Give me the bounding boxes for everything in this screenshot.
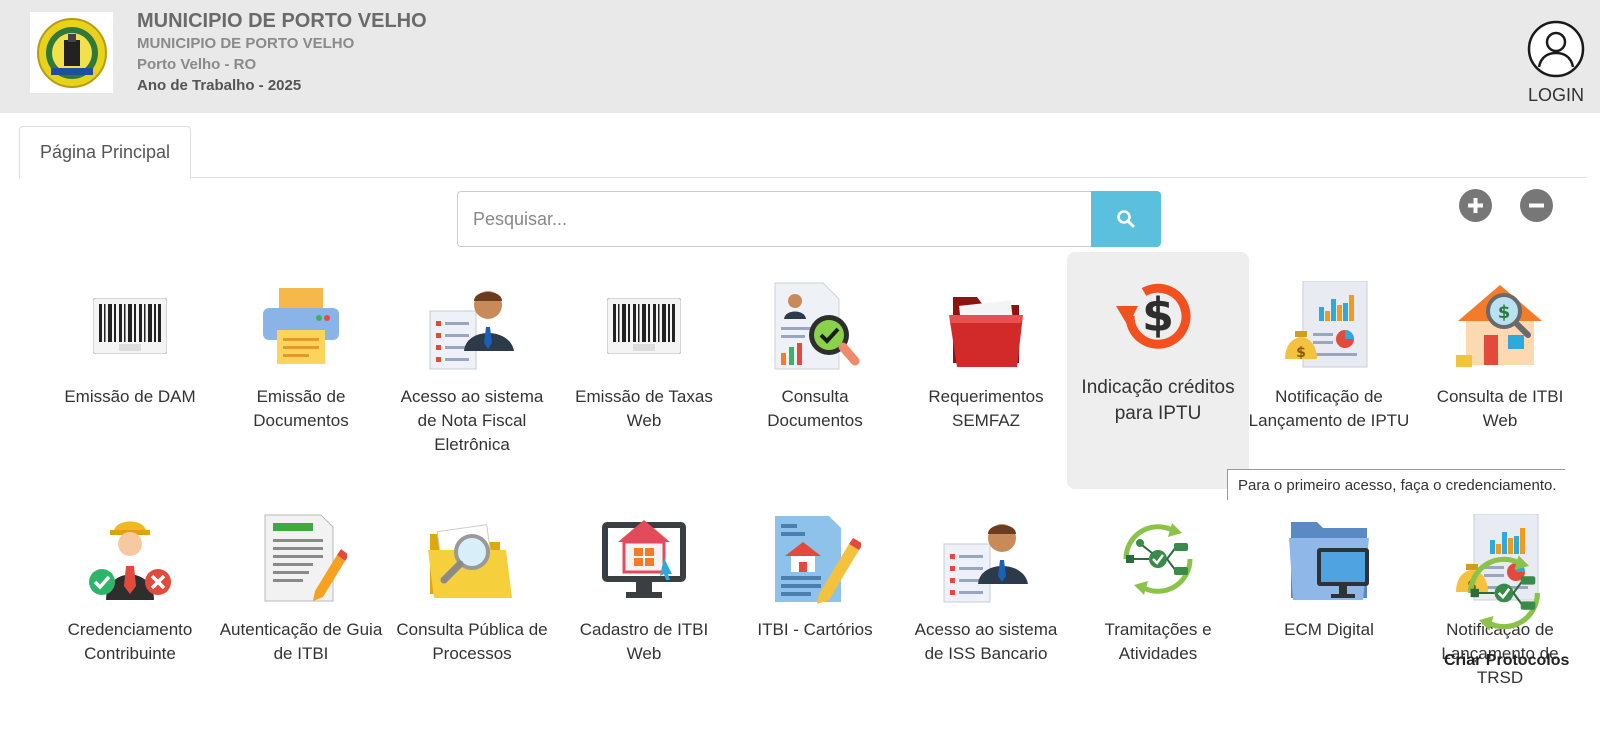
- service-label: Autenticação de Guia de ITBI: [219, 620, 383, 663]
- service-autenticacao-guia-itbi[interactable]: Autenticação de Guia de ITBI: [215, 511, 387, 666]
- service-label: ITBI - Cartórios: [757, 620, 873, 639]
- municipality-logo: [30, 12, 113, 93]
- service-label: Consulta de ITBI Web: [1436, 387, 1564, 430]
- svg-text:$: $: [1142, 288, 1174, 342]
- criar-protocolos-label: Criar Protocolos: [1444, 652, 1570, 669]
- tab-bar: Página Principal: [19, 126, 1587, 179]
- service-label: Acesso ao sistema de Nota Fiscal Eletrôn…: [400, 387, 544, 454]
- house-document-pencil-icon: [765, 511, 865, 606]
- service-emissao-dam[interactable]: Emissão de DAM: [44, 278, 216, 409]
- document-pencil-icon: [251, 511, 351, 606]
- service-consulta-publica-processos[interactable]: Consulta Pública de Processos: [386, 511, 558, 666]
- barcode-icon: [80, 278, 180, 373]
- service-label: Requerimentos SEMFAZ: [928, 387, 1044, 430]
- service-label: Cadastro de ITBI Web: [579, 620, 709, 663]
- service-notificacao-lancamento-iptu[interactable]: $ Notificação de Lançamento de IPTU: [1243, 278, 1415, 433]
- barcode-icon: [594, 278, 694, 373]
- service-consulta-documentos[interactable]: Consulta Documentos: [729, 278, 901, 433]
- municipality-subtitle: MUNICIPIO DE PORTO VELHO: [137, 35, 355, 52]
- service-requerimentos-semfaz[interactable]: Requerimentos SEMFAZ: [900, 278, 1072, 433]
- tab-pagina-principal[interactable]: Página Principal: [19, 126, 191, 179]
- criar-protocolos-floating-button[interactable]: [1456, 545, 1552, 641]
- service-label: Emissão de Taxas Web: [575, 387, 713, 430]
- search-button[interactable]: [1091, 191, 1161, 247]
- house-monitor-icon: [594, 511, 694, 606]
- service-emissao-documentos[interactable]: Emissão de Documentos: [215, 278, 387, 433]
- service-label: ECM Digital: [1284, 620, 1374, 639]
- service-ecm-digital[interactable]: ECM Digital: [1243, 511, 1415, 642]
- money-report-icon: $: [1279, 278, 1379, 373]
- login-button[interactable]: LOGIN: [1526, 20, 1586, 106]
- house-search-icon: $: [1450, 278, 1550, 373]
- municipality-title: MUNICIPIO DE PORTO VELHO: [137, 10, 427, 32]
- service-itbi-cartorios[interactable]: ITBI - Cartórios: [729, 511, 901, 642]
- login-label: LOGIN: [1527, 85, 1584, 105]
- printer-icon: [251, 278, 351, 373]
- document-check-icon: [765, 278, 865, 373]
- search-icon: [1117, 210, 1135, 228]
- service-nota-fiscal-eletronica[interactable]: Acesso ao sistema de Nota Fiscal Eletrôn…: [386, 278, 558, 457]
- service-label: Consulta Pública de Processos: [396, 620, 548, 663]
- service-label: Indicação créditos para IPTU: [1081, 377, 1235, 424]
- plus-icon: [1468, 198, 1483, 213]
- service-label: Notificação de Lançamento de IPTU: [1248, 387, 1410, 430]
- zoom-in-button[interactable]: [1459, 189, 1492, 222]
- workflow-cycle-icon: [1467, 555, 1541, 631]
- user-icon: [1527, 20, 1585, 78]
- tooltip-credenciamento: Para o primeiro acesso, faça o credencia…: [1227, 469, 1565, 500]
- service-label: Tramitações e Atividades: [1104, 620, 1212, 663]
- workflow-cycle-icon: [1108, 511, 1208, 606]
- folder-magnifier-icon: [422, 511, 522, 606]
- zoom-out-button[interactable]: [1520, 189, 1553, 222]
- minus-icon: [1529, 203, 1544, 208]
- header-bar: MUNICIPIO DE PORTO VELHO MUNICIPIO DE PO…: [0, 0, 1600, 113]
- folder-computer-icon: [1279, 511, 1379, 606]
- service-tramitacoes-atividades[interactable]: Tramitações e Atividades: [1072, 511, 1244, 666]
- municipality-location: Porto Velho - RO: [137, 56, 257, 73]
- service-consulta-itbi-web[interactable]: $ Consulta de ITBI Web: [1414, 278, 1586, 433]
- service-label: Emissão de DAM: [64, 387, 196, 406]
- service-cadastro-itbi-web[interactable]: Cadastro de ITBI Web: [558, 511, 730, 666]
- person-document-icon: [936, 511, 1036, 606]
- service-label: Emissão de Documentos: [253, 387, 349, 430]
- dollar-refresh-icon: $: [1108, 268, 1208, 363]
- svg-text:$: $: [1498, 302, 1511, 323]
- service-indicacao-creditos-iptu[interactable]: $ Indicação créditos para IPTU: [1067, 252, 1249, 489]
- service-emissao-taxas-web[interactable]: Emissão de Taxas Web: [558, 278, 730, 433]
- service-label: Consulta Documentos: [767, 387, 863, 430]
- person-approve-reject-icon: [80, 511, 180, 606]
- service-credenciamento-contribuinte[interactable]: Credenciamento Contribuinte: [44, 511, 216, 666]
- search-input[interactable]: [457, 191, 1091, 247]
- person-document-icon: [422, 278, 522, 373]
- service-label: Acesso ao sistema de ISS Bancario: [914, 620, 1058, 663]
- work-year: Ano de Trabalho - 2025: [137, 77, 302, 94]
- service-label: Credenciamento Contribuinte: [67, 620, 193, 663]
- service-iss-bancario[interactable]: Acesso ao sistema de ISS Bancario: [900, 511, 1072, 666]
- red-folder-icon: [936, 278, 1036, 373]
- svg-text:$: $: [1296, 345, 1306, 361]
- search-bar: [457, 191, 1161, 247]
